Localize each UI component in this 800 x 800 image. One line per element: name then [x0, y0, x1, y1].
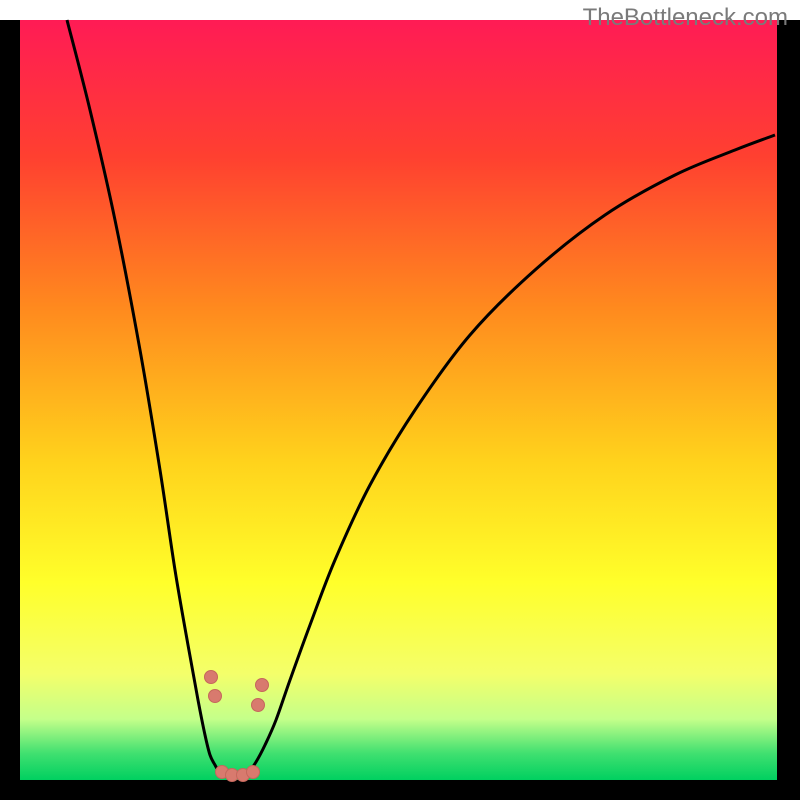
data-marker [256, 679, 269, 692]
bottleneck-chart [0, 0, 800, 800]
data-marker [252, 699, 265, 712]
data-marker [209, 690, 222, 703]
data-marker [205, 671, 218, 684]
watermark-text: TheBottleneck.com [583, 4, 788, 32]
data-marker [247, 766, 260, 779]
plot-area [20, 20, 777, 780]
